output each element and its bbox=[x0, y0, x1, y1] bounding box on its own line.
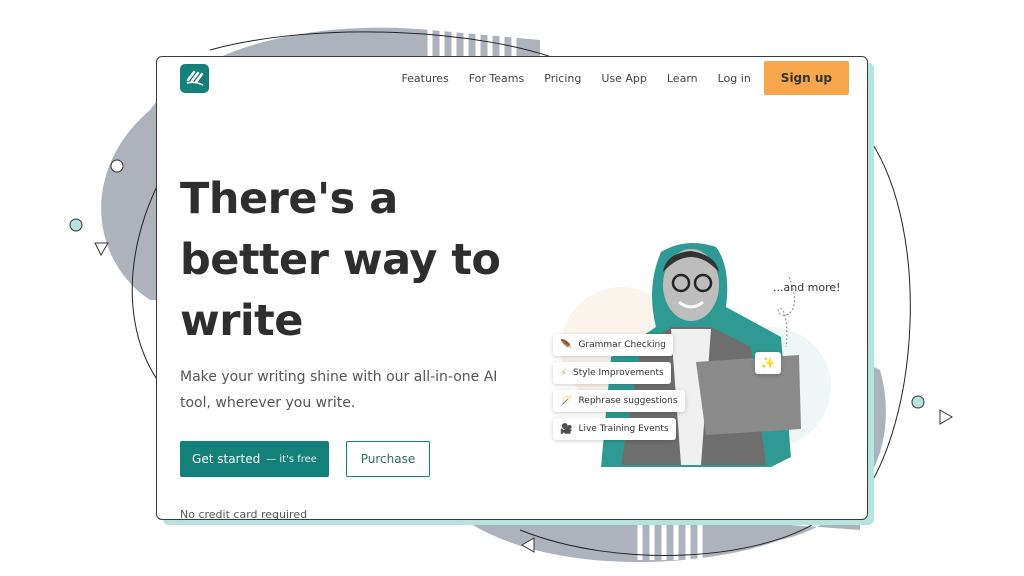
feature-live-training-events: 🎥 Live Training Events bbox=[553, 418, 676, 440]
nav-for-teams[interactable]: For Teams bbox=[469, 72, 525, 85]
no-credit-card-note: No credit card required bbox=[180, 508, 308, 520]
get-started-label: Get started bbox=[192, 452, 261, 466]
feature-grammar-checking: 🪶 Grammar Checking bbox=[553, 334, 673, 356]
hero-subtitle: Make your writing shine with our all-in-… bbox=[180, 369, 498, 411]
feature-label: Live Training Events bbox=[578, 424, 669, 434]
feature-label: Rephrase suggestions bbox=[578, 396, 678, 406]
nav-use-app[interactable]: Use App bbox=[601, 72, 647, 85]
feather-icon: 🪶 bbox=[560, 339, 573, 351]
sign-up-button[interactable]: Sign up bbox=[763, 61, 849, 95]
hero-title: There's a better way to write bbox=[180, 174, 501, 346]
circle-deco bbox=[911, 395, 925, 409]
purchase-button[interactable]: Purchase bbox=[346, 441, 430, 477]
circle-deco bbox=[110, 159, 124, 173]
nav-learn[interactable]: Learn bbox=[667, 72, 698, 85]
top-nav: Features For Teams Pricing Use App Learn… bbox=[381, 61, 849, 95]
lightning-icon: ⚡ bbox=[560, 367, 568, 379]
browser-window: Features For Teams Pricing Use App Learn… bbox=[156, 56, 868, 520]
person-photo bbox=[561, 243, 831, 467]
nav-log-in[interactable]: Log in bbox=[718, 72, 751, 85]
triangle-deco bbox=[939, 409, 953, 425]
video-camera-icon: 🎥 bbox=[560, 423, 573, 435]
magic-wand-icon: 🪄 bbox=[560, 395, 573, 407]
nav-features[interactable]: Features bbox=[401, 72, 448, 85]
hero-illustration: ...and more! ✨ 🪶 Grammar Checking ⚡ Style … bbox=[541, 237, 841, 477]
free-label: — it's free bbox=[266, 453, 317, 465]
get-started-button[interactable]: Get started — it's free bbox=[180, 441, 329, 477]
sparkle-icon: ✨ bbox=[755, 352, 781, 374]
circle-deco bbox=[69, 218, 83, 232]
feature-label: Grammar Checking bbox=[578, 340, 666, 350]
logo-icon[interactable] bbox=[180, 64, 209, 93]
feature-label: Style Improvements bbox=[573, 368, 664, 378]
triangle-deco bbox=[94, 242, 109, 257]
feature-rephrase-suggestions: 🪄 Rephrase suggestions bbox=[553, 390, 685, 412]
nav-pricing[interactable]: Pricing bbox=[544, 72, 581, 85]
and-more-label: ...and more! bbox=[773, 281, 841, 294]
feature-style-improvements: ⚡ Style Improvements bbox=[553, 362, 671, 384]
